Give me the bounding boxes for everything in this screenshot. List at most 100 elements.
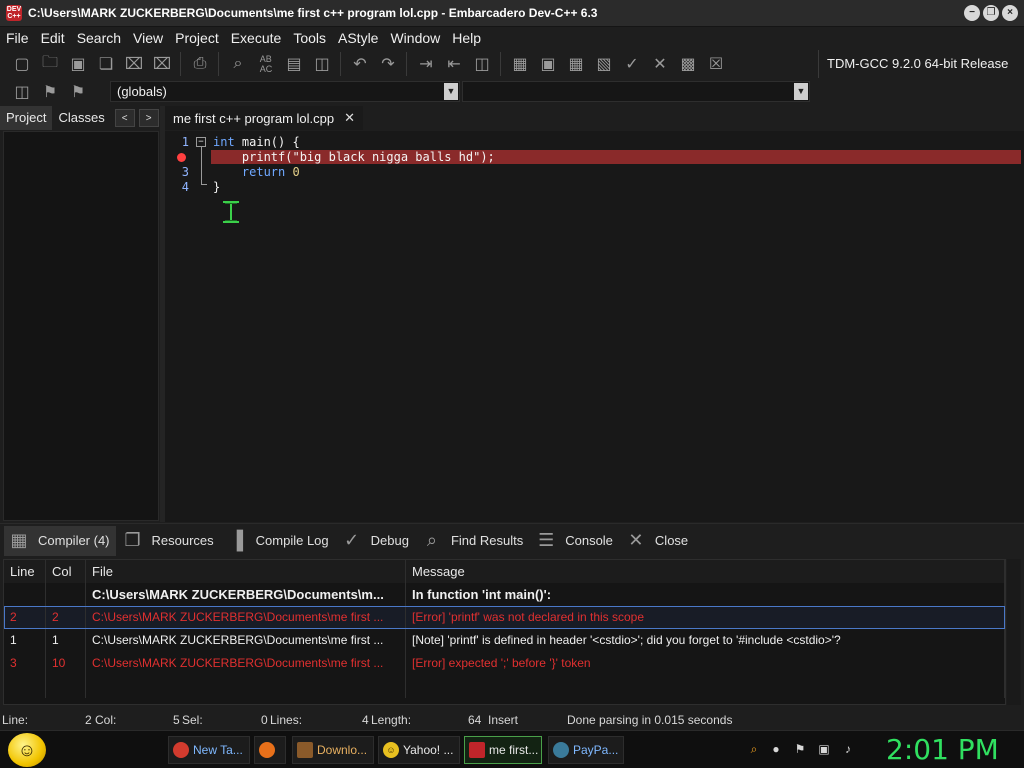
restore-button[interactable]: ❐ bbox=[983, 5, 999, 21]
taskbar-item-devcpp[interactable]: me first... bbox=[464, 736, 542, 764]
replace-icon[interactable]: AB AC bbox=[252, 51, 280, 77]
table-row[interactable]: 1 1 C:\Users\MARK ZUCKERBERG\Documents\m… bbox=[4, 629, 1005, 652]
goto-bookmark-icon[interactable]: ⚑ bbox=[64, 79, 92, 105]
tab-compile-log[interactable]: ▐ Compile Log bbox=[222, 526, 335, 556]
tray-network-icon[interactable]: ▣ bbox=[816, 741, 832, 757]
rebuild-icon[interactable]: ▧ bbox=[590, 51, 618, 77]
code-line: 3 return 0 bbox=[165, 165, 1024, 180]
class-combo[interactable]: (globals) ▼ bbox=[110, 81, 460, 102]
table-row-empty bbox=[4, 675, 1005, 698]
insert-icon[interactable]: ◫ bbox=[8, 79, 36, 105]
project-browser[interactable] bbox=[3, 131, 159, 521]
new-icon[interactable]: ▢ bbox=[8, 51, 36, 77]
find-icon[interactable]: ⌕ bbox=[224, 51, 252, 77]
taskbar-item-yahoo[interactable]: ☺ Yahoo! ... bbox=[378, 736, 460, 764]
taskbar-item-label: me first... bbox=[489, 743, 539, 757]
messages-scrollbar[interactable] bbox=[1007, 559, 1021, 705]
tab-resources[interactable]: ❐ Resources bbox=[118, 526, 220, 556]
save-icon[interactable]: ▣ bbox=[64, 51, 92, 77]
taskbar-item-downloads[interactable]: Downlo... bbox=[292, 736, 374, 764]
code-editor[interactable]: 1 − int main() { printf("big black nigga… bbox=[165, 131, 1024, 522]
taskbar-item-paypal[interactable]: PayPa... bbox=[548, 736, 624, 764]
taskbar-item-chrome[interactable]: New Ta... bbox=[168, 736, 250, 764]
menu-project[interactable]: Project bbox=[169, 27, 225, 49]
debug-stop-icon[interactable]: ☒ bbox=[702, 51, 730, 77]
cell-message bbox=[406, 675, 1005, 698]
tab-close[interactable]: ✕ Close bbox=[621, 526, 694, 556]
menu-help[interactable]: Help bbox=[446, 27, 487, 49]
menu-window[interactable]: Window bbox=[384, 27, 446, 49]
close-button[interactable]: × bbox=[1002, 5, 1018, 21]
column-header-line[interactable]: Line bbox=[4, 560, 46, 583]
status-lines-value: 4 bbox=[362, 713, 369, 727]
toggle-view-icon[interactable]: ◫ bbox=[308, 51, 336, 77]
table-row-selected[interactable]: 2 2 C:\Users\MARK ZUCKERBERG\Documents\m… bbox=[4, 606, 1005, 629]
menu-file[interactable]: File bbox=[0, 27, 35, 49]
menu-execute[interactable]: Execute bbox=[225, 27, 288, 49]
run-icon[interactable]: ▣ bbox=[534, 51, 562, 77]
tab-debug[interactable]: ✓ Debug bbox=[337, 526, 415, 556]
chevron-down-icon[interactable]: ▼ bbox=[794, 83, 808, 100]
column-header-col[interactable]: Col bbox=[46, 560, 86, 583]
bookmark-icon[interactable]: ⚑ bbox=[36, 79, 64, 105]
tab-find-results[interactable]: ⌕ Find Results bbox=[417, 526, 529, 556]
redo-icon[interactable]: ↷ bbox=[374, 51, 402, 77]
menu-edit[interactable]: Edit bbox=[35, 27, 71, 49]
taskbar-clock[interactable]: 2:01 PM bbox=[886, 733, 999, 766]
status-line-label: Line: bbox=[2, 713, 29, 727]
column-header-message[interactable]: Message bbox=[406, 560, 1005, 583]
unindent-icon[interactable]: ⇤ bbox=[440, 51, 468, 77]
editor-tab-bar: me first c++ program lol.cpp ✕ bbox=[165, 106, 1024, 130]
tray-search-icon[interactable]: ⌕ bbox=[746, 741, 762, 757]
syntax-check-icon[interactable]: ✓ bbox=[618, 51, 646, 77]
close-icon[interactable]: ✕ bbox=[344, 110, 355, 126]
taskbar-item-firefox[interactable] bbox=[254, 736, 286, 764]
compile-run-icon[interactable]: ▦ bbox=[562, 51, 590, 77]
menu-tools[interactable]: Tools bbox=[287, 27, 332, 49]
start-button[interactable]: ☺ bbox=[8, 733, 46, 767]
bottom-panel-tabs: ▦ Compiler (4) ❐ Resources ▐ Compile Log… bbox=[0, 523, 1024, 557]
undo-icon[interactable]: ↶ bbox=[346, 51, 374, 77]
save-all-icon[interactable]: ❏ bbox=[92, 51, 120, 77]
next-tab-button[interactable]: > bbox=[138, 109, 159, 127]
tray-volume-icon[interactable]: ♪ bbox=[840, 741, 856, 757]
firefox-icon bbox=[259, 742, 275, 758]
close-file-icon[interactable]: ⌧ bbox=[120, 51, 148, 77]
indent-icon[interactable]: ⇥ bbox=[412, 51, 440, 77]
tray-flag-icon[interactable]: ⚑ bbox=[792, 741, 808, 757]
compiler-messages-table[interactable]: Line Col File Message C:\Users\MARK ZUCK… bbox=[3, 559, 1006, 705]
menu-astyle[interactable]: AStyle bbox=[332, 27, 384, 49]
chevron-down-icon[interactable]: ▼ bbox=[444, 83, 458, 100]
tab-compiler[interactable]: ▦ Compiler (4) bbox=[4, 525, 116, 556]
goto-icon[interactable]: ▤ bbox=[280, 51, 308, 77]
chart-icon[interactable]: ▩ bbox=[674, 51, 702, 77]
stop-icon[interactable]: ✕ bbox=[646, 51, 674, 77]
table-row[interactable]: C:\Users\MARK ZUCKERBERG\Documents\m... … bbox=[4, 583, 1005, 606]
tab-project[interactable]: Project bbox=[0, 106, 53, 130]
menu-bar: File Edit Search View Project Execute To… bbox=[0, 27, 1024, 49]
yahoo-smiley-icon: ☺ bbox=[383, 742, 399, 758]
tab-label: Close bbox=[654, 533, 689, 548]
open-icon[interactable]: 🗀 bbox=[36, 51, 64, 77]
comment-icon[interactable]: ◫ bbox=[468, 51, 496, 77]
menu-view[interactable]: View bbox=[127, 27, 169, 49]
compiler-set-selector[interactable]: TDM-GCC 9.2.0 64-bit Release bbox=[818, 50, 1008, 78]
tab-classes[interactable]: Classes bbox=[52, 106, 110, 130]
compile-icon[interactable]: ▦ bbox=[506, 51, 534, 77]
close-x-icon: ✕ bbox=[628, 530, 644, 550]
minimize-button[interactable]: − bbox=[964, 5, 980, 21]
print-icon[interactable]: ⎙ bbox=[186, 51, 214, 77]
member-combo[interactable]: ▼ bbox=[462, 81, 810, 102]
menu-search[interactable]: Search bbox=[71, 27, 127, 49]
editor-tab-title: me first c++ program lol.cpp bbox=[173, 110, 335, 126]
close-all-icon[interactable]: ⌧ bbox=[148, 51, 176, 77]
column-header-file[interactable]: File bbox=[86, 560, 406, 583]
prev-tab-button[interactable]: < bbox=[114, 109, 135, 127]
fold-toggle-icon[interactable]: − bbox=[196, 137, 206, 147]
cell-file bbox=[86, 675, 406, 698]
tray-smiley-icon[interactable]: ● bbox=[768, 741, 784, 757]
devcpp-app-icon[interactable]: DEV C++ bbox=[6, 5, 22, 21]
table-row[interactable]: 3 10 C:\Users\MARK ZUCKERBERG\Documents\… bbox=[4, 652, 1005, 675]
editor-tab[interactable]: me first c++ program lol.cpp ✕ bbox=[165, 106, 364, 130]
tab-console[interactable]: ☰ Console bbox=[531, 526, 619, 556]
